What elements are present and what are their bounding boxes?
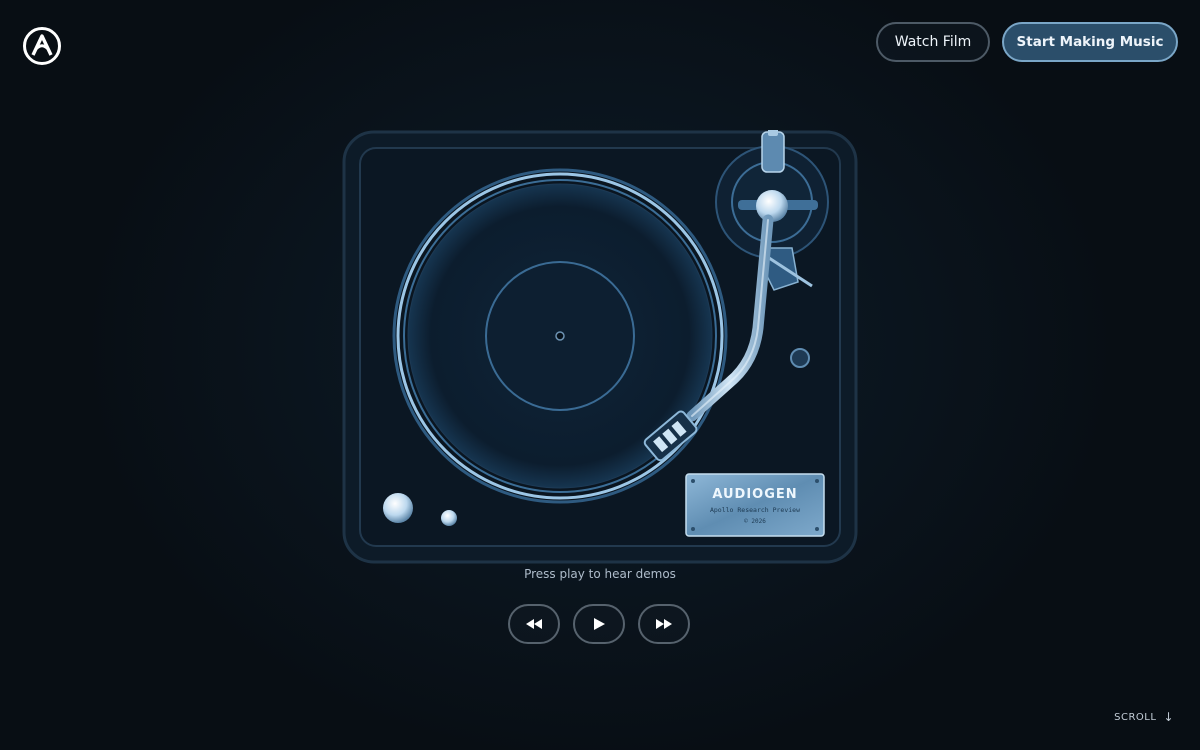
scroll-label: SCROLL (1114, 711, 1157, 723)
nameplate-subtitle: Apollo Research Preview (710, 506, 800, 514)
nameplate-year: © 2026 (744, 518, 766, 525)
counterweight (761, 131, 785, 173)
power-knob (383, 493, 413, 523)
player-controls (508, 604, 690, 644)
fast-forward-icon (656, 619, 672, 629)
scroll-hint[interactable]: SCROLL ↓ (1114, 710, 1174, 724)
fast-forward-button[interactable] (638, 604, 690, 644)
rewind-icon (526, 619, 542, 629)
play-button[interactable] (573, 604, 625, 644)
header-nav: Watch Film Start Making Music (876, 22, 1178, 62)
speed-button (790, 348, 810, 368)
arrow-down-icon: ↓ (1163, 710, 1174, 724)
start-making-music-button[interactable]: Start Making Music (1002, 22, 1178, 62)
speed-knob (441, 510, 457, 526)
rewind-button[interactable] (508, 604, 560, 644)
watch-film-button[interactable]: Watch Film (876, 22, 990, 62)
turntable-illustration: AUDIOGEN Apollo Research Preview © 2026 (342, 130, 858, 564)
brand-nameplate: AUDIOGEN Apollo Research Preview © 2026 (685, 473, 825, 537)
nameplate-brand: AUDIOGEN (712, 487, 797, 502)
vinyl-record (392, 168, 728, 504)
spindle (555, 331, 565, 341)
audiogen-logo-icon[interactable] (22, 26, 62, 66)
player-caption: Press play to hear demos (524, 567, 676, 581)
play-icon (594, 618, 605, 630)
